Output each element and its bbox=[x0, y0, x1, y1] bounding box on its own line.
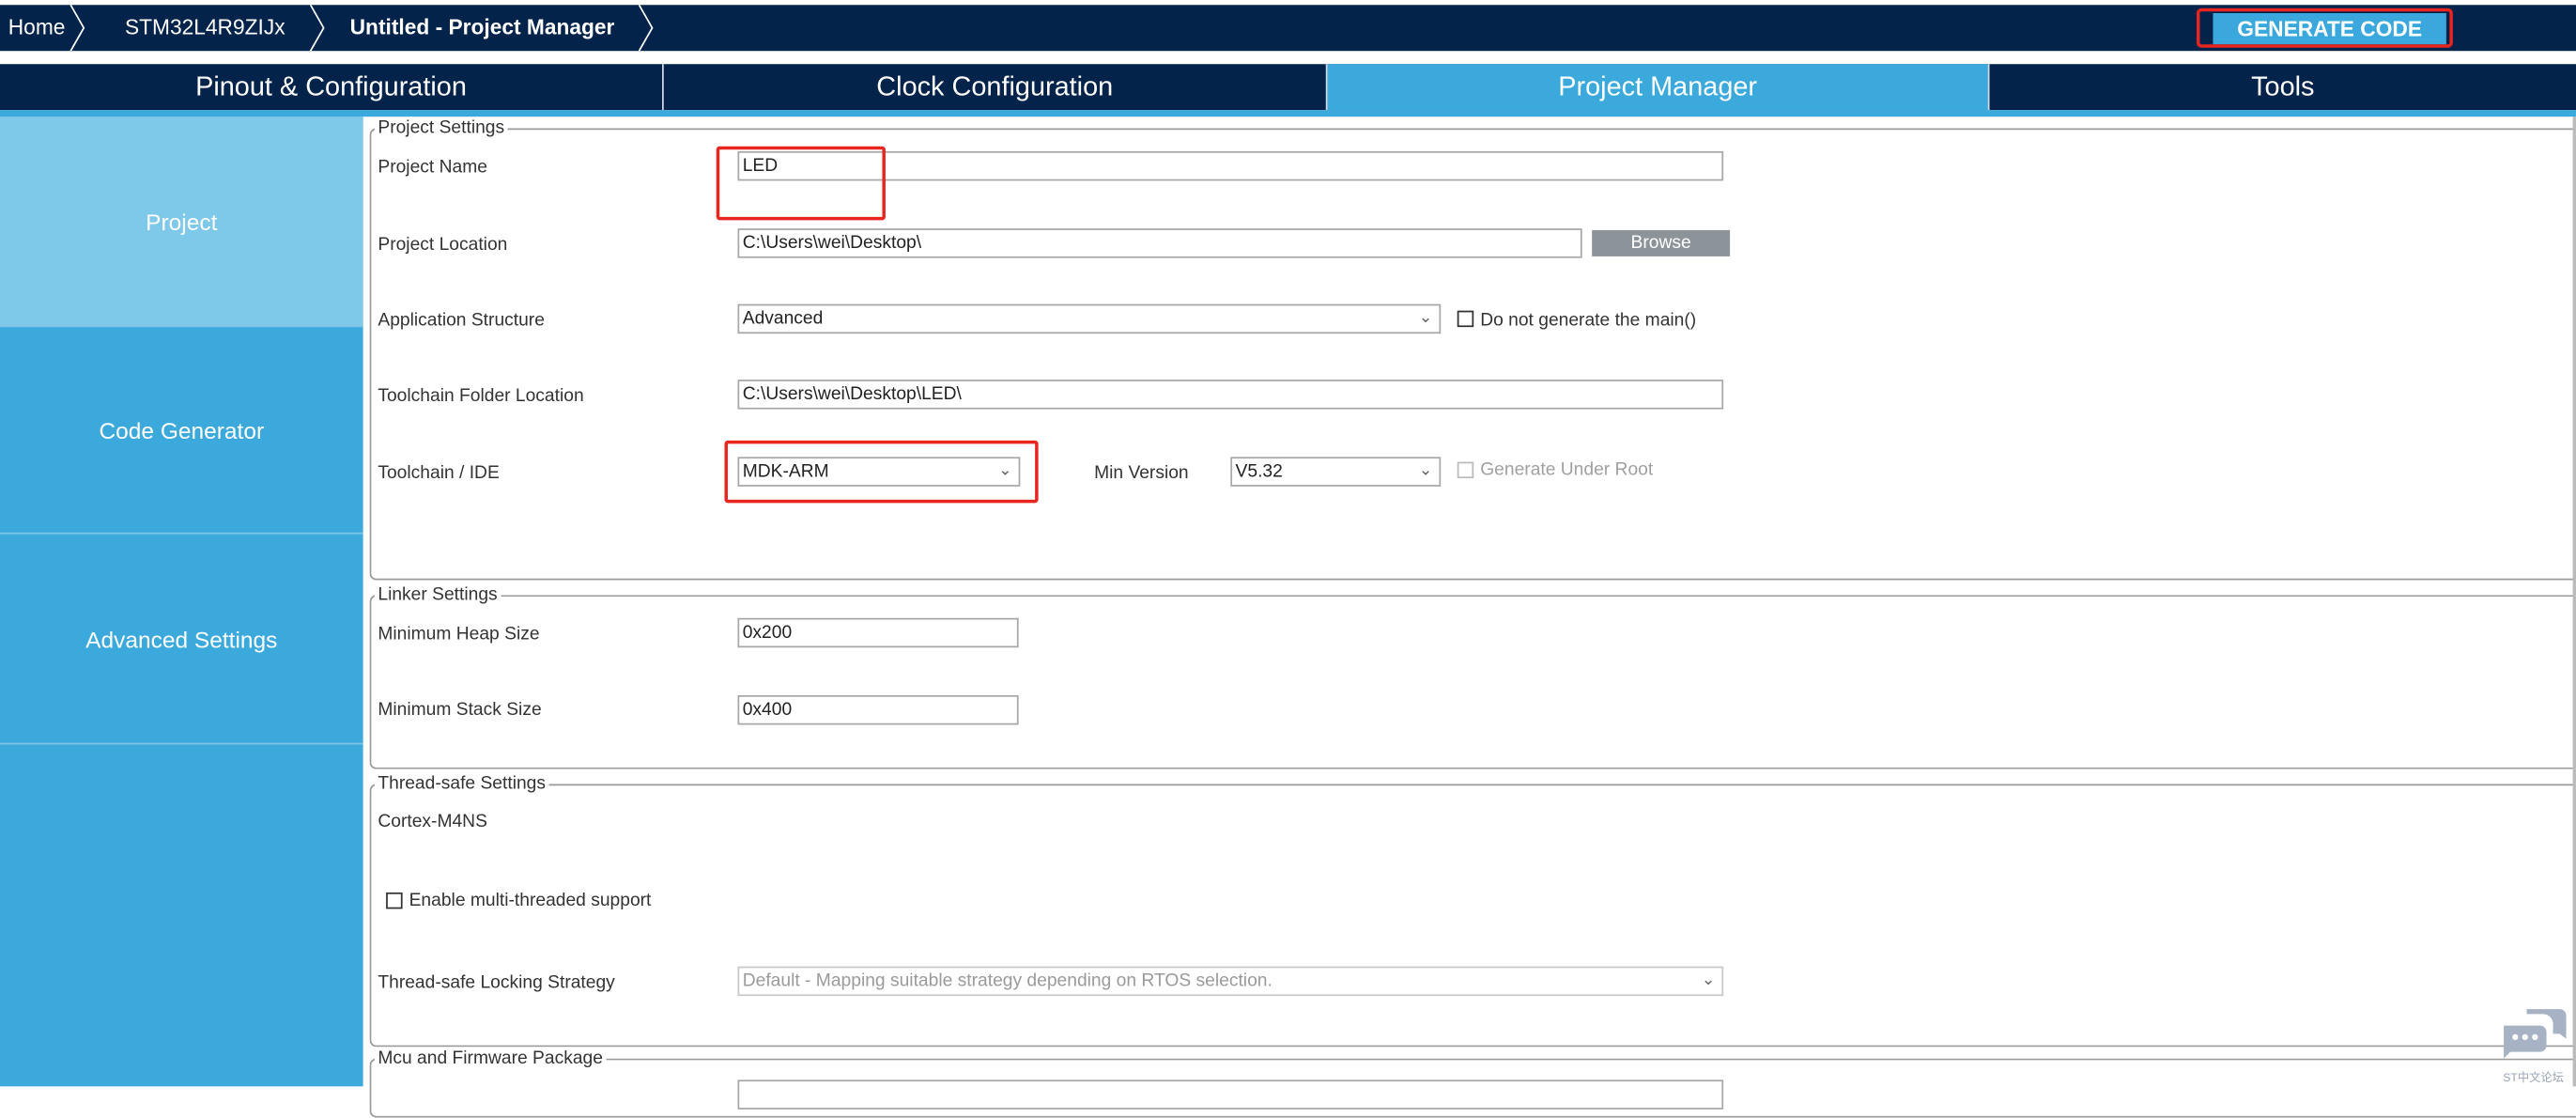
breadcrumb-home[interactable]: Home bbox=[8, 5, 66, 51]
stack-size-input[interactable]: 0x400 bbox=[737, 694, 1019, 725]
app-structure-label: Application Structure bbox=[378, 310, 545, 331]
sidebar-item-project[interactable]: Project bbox=[0, 116, 363, 328]
heap-size-label: Minimum Heap Size bbox=[378, 624, 540, 644]
core-label: Cortex-M4NS bbox=[378, 812, 487, 832]
group-title: Project Settings bbox=[378, 117, 505, 138]
browse-button[interactable]: Browse bbox=[1592, 229, 1731, 256]
tab-pinout[interactable]: Pinout & Configuration bbox=[0, 64, 664, 111]
sidebar-item-code-generator[interactable]: Code Generator bbox=[0, 327, 363, 535]
tab-clock[interactable]: Clock Configuration bbox=[664, 64, 1328, 111]
multithread-label: Enable multi-threaded support bbox=[409, 891, 652, 911]
breadcrumb-mcu[interactable]: STM32L4R9ZIJx bbox=[125, 5, 285, 51]
chevron-down-icon: ⌄ bbox=[1701, 970, 1716, 990]
multithread-checkbox[interactable] bbox=[386, 892, 403, 909]
tab-tools[interactable]: Tools bbox=[1990, 64, 2576, 110]
group-title: Mcu and Firmware Package bbox=[378, 1048, 603, 1069]
stack-size-label: Minimum Stack Size bbox=[378, 700, 542, 721]
chevron-right-icon bbox=[309, 5, 325, 52]
toolchain-folder-label: Toolchain Folder Location bbox=[378, 386, 584, 407]
locking-strategy-value: Default - Mapping suitable strategy depe… bbox=[742, 970, 1273, 991]
toolchain-ide-label: Toolchain / IDE bbox=[378, 463, 500, 484]
chevron-right-icon bbox=[638, 5, 654, 52]
sidebar: Project Code Generator Advanced Settings bbox=[0, 116, 363, 1087]
toolchain-folder-input[interactable]: C:\Users\wei\Desktop\LED\ bbox=[737, 380, 1724, 410]
main-tabs: Pinout & Configuration Clock Configurati… bbox=[0, 64, 2576, 111]
app-structure-select[interactable]: Advanced ⌄ bbox=[737, 303, 1442, 334]
project-location-label: Project Location bbox=[378, 235, 508, 256]
sidebar-item-advanced-settings[interactable]: Advanced Settings bbox=[0, 535, 363, 745]
locking-strategy-select[interactable]: Default - Mapping suitable strategy depe… bbox=[737, 966, 1724, 997]
min-version-select[interactable]: V5.32 ⌄ bbox=[1230, 457, 1442, 487]
no-main-label: Do not generate the main() bbox=[1480, 310, 1697, 331]
chevron-down-icon: ⌄ bbox=[1418, 461, 1433, 480]
chat-bubbles-icon bbox=[2504, 1009, 2567, 1059]
generate-under-root-checkbox[interactable] bbox=[1457, 461, 1474, 479]
tab-project-manager[interactable]: Project Manager bbox=[1327, 64, 1990, 111]
highlight-box bbox=[716, 146, 886, 221]
group-title: Linker Settings bbox=[378, 584, 498, 605]
locking-strategy-label: Thread-safe Locking Strategy bbox=[378, 972, 615, 993]
project-settings-group: Project Settings bbox=[369, 117, 2576, 581]
min-version-label: Min Version bbox=[1094, 463, 1189, 484]
group-title: Thread-safe Settings bbox=[378, 773, 547, 794]
firmware-input[interactable] bbox=[737, 1079, 1724, 1110]
project-location-input[interactable]: C:\Users\wei\Desktop\ bbox=[737, 228, 1582, 258]
highlight-box bbox=[724, 440, 1039, 504]
linker-settings-group: Linker Settings bbox=[369, 584, 2576, 769]
project-name-label: Project Name bbox=[378, 157, 487, 178]
scrollbar[interactable] bbox=[2572, 116, 2576, 1087]
chevron-down-icon: ⌄ bbox=[1418, 308, 1433, 328]
tab-underline bbox=[0, 110, 2576, 117]
no-main-checkbox[interactable] bbox=[1457, 310, 1474, 328]
generate-under-root-label: Generate Under Root bbox=[1480, 459, 1654, 480]
thread-safe-settings-group: Thread-safe Settings bbox=[369, 773, 2576, 1048]
highlight-box bbox=[2196, 8, 2453, 48]
watermark-text: ST中文论坛 bbox=[2503, 1073, 2564, 1085]
top-bar: Home STM32L4R9ZIJx Untitled - Project Ma… bbox=[0, 5, 2576, 52]
forum-watermark: ST中文论坛 bbox=[2497, 1006, 2569, 1085]
app-structure-value: Advanced bbox=[742, 308, 824, 329]
min-version-value: V5.32 bbox=[1235, 461, 1283, 482]
breadcrumb-project[interactable]: Untitled - Project Manager bbox=[350, 5, 615, 51]
heap-size-input[interactable]: 0x200 bbox=[737, 617, 1019, 648]
chevron-right-icon bbox=[69, 5, 85, 52]
